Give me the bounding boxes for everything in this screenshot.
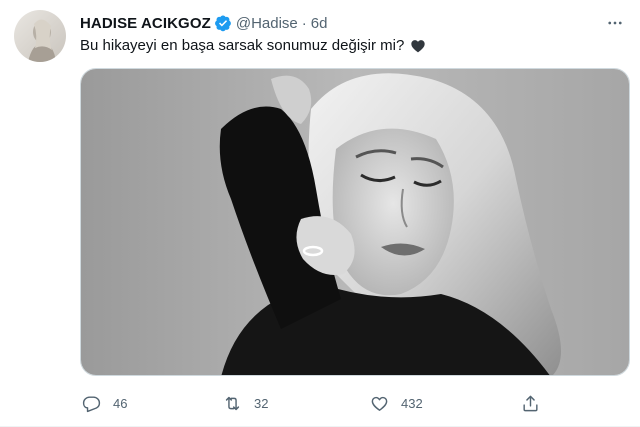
photo-image — [81, 69, 629, 375]
share-button[interactable] — [521, 390, 540, 416]
tweet-photo[interactable] — [80, 68, 630, 376]
retweet-count: 32 — [254, 395, 269, 411]
like-button[interactable]: 432 — [370, 390, 423, 416]
retweet-icon — [225, 396, 240, 410]
avatar[interactable] — [14, 10, 66, 62]
black-heart-icon — [410, 38, 426, 54]
tweet-text: Bu hikayeyi en başa sarsak sonumuz değiş… — [80, 36, 426, 56]
avatar-image — [14, 10, 66, 62]
tweet-actions: 46 32 432 — [80, 390, 550, 416]
like-count: 432 — [401, 395, 423, 411]
tweet-card[interactable]: HADISE ACIKGOZ @Hadise · 6d Bu hikayeyi … — [0, 0, 640, 427]
reply-icon — [82, 395, 101, 412]
reply-count: 46 — [113, 395, 128, 411]
tweet-header: HADISE ACIKGOZ @Hadise · 6d — [80, 12, 327, 34]
timestamp[interactable]: 6d — [311, 15, 328, 32]
handle[interactable]: @Hadise — [236, 15, 298, 32]
verified-badge-icon — [214, 14, 232, 32]
reply-button[interactable]: 46 — [82, 390, 127, 416]
separator-dot: · — [301, 14, 307, 32]
like-icon — [371, 396, 388, 411]
display-name[interactable]: HADISE ACIKGOZ — [80, 15, 211, 32]
share-icon — [523, 395, 538, 411]
tweet-body: Bu hikayeyi en başa sarsak sonumuz değiş… — [80, 37, 405, 54]
more-icon[interactable] — [604, 12, 626, 34]
retweet-button[interactable]: 32 — [223, 390, 268, 416]
